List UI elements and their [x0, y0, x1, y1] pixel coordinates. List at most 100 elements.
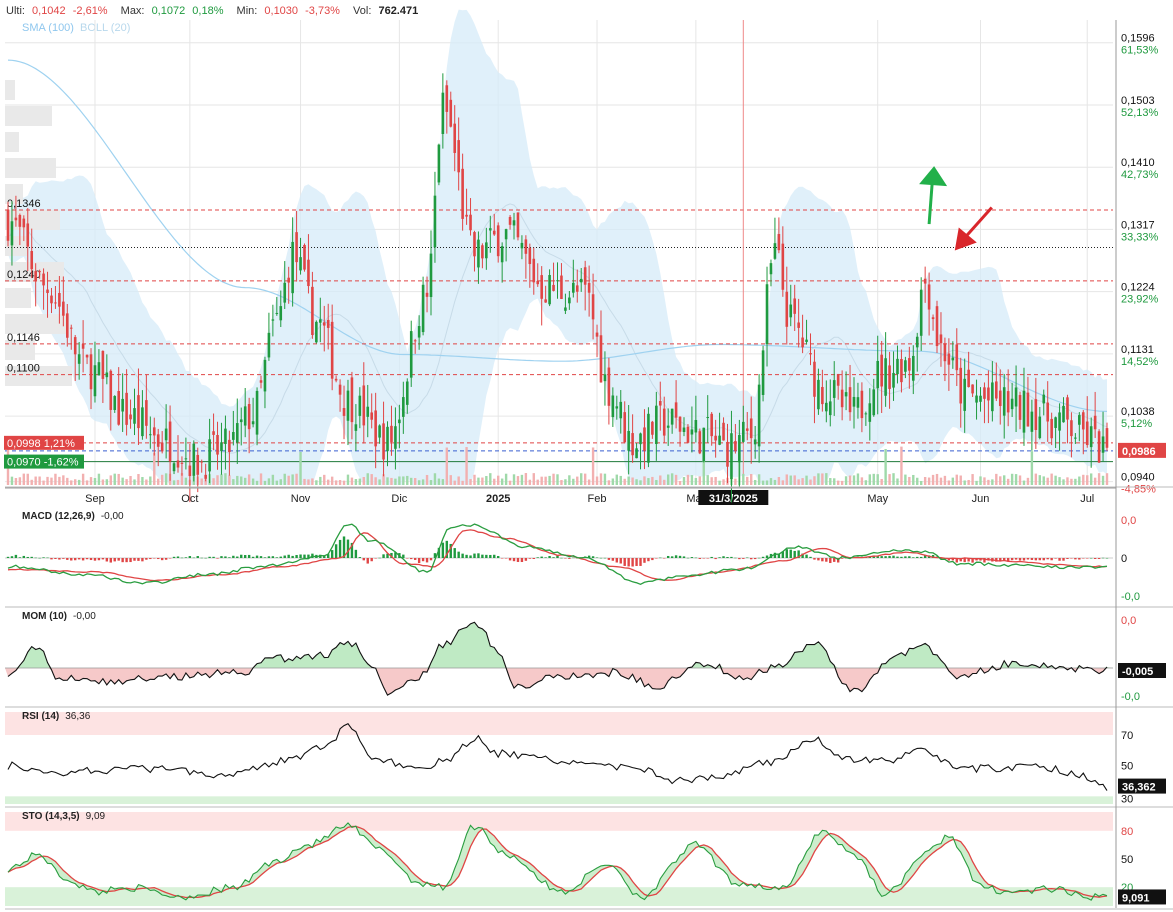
volume-bar	[38, 476, 41, 485]
macd-histogram-bar	[461, 553, 464, 558]
candle-body	[904, 360, 907, 372]
volume-bar	[370, 474, 373, 485]
volume-bar	[481, 477, 484, 485]
volume-bar	[1097, 473, 1101, 485]
macd-histogram-bar	[164, 558, 168, 560]
volume-bar	[876, 474, 879, 485]
macd-histogram-bar	[1058, 558, 1061, 561]
macd-histogram-bar	[453, 548, 456, 558]
macd-histogram-bar	[303, 554, 306, 558]
volume-bar	[951, 477, 955, 485]
volume-bar	[1082, 474, 1085, 485]
volume-bar	[287, 475, 290, 485]
candle-body	[631, 433, 634, 456]
candle-body	[975, 395, 978, 403]
macd-histogram-bar	[287, 554, 290, 558]
candle-body	[62, 301, 65, 316]
candle-body	[1018, 395, 1022, 420]
candle-body	[322, 322, 326, 326]
macd-histogram-bar	[765, 555, 769, 558]
macd-histogram-bar	[255, 555, 259, 558]
mom-title: MOM (10) -0,00	[22, 611, 96, 622]
rsi-title: RSI (14) 36,36	[22, 711, 91, 722]
mom-positive-fill	[5, 622, 1113, 668]
macd-histogram-bar	[10, 556, 14, 558]
volume-bar	[374, 477, 377, 485]
candle-body	[611, 395, 615, 418]
candle-body	[271, 319, 275, 321]
macd-histogram-bar	[1086, 558, 1089, 559]
candle-body	[243, 406, 247, 426]
y-tick-pct: 52,13%	[1121, 107, 1159, 119]
candle-body	[556, 280, 559, 282]
volume-bar	[477, 477, 480, 485]
macd-histogram-bar	[919, 556, 923, 558]
macd-histogram-bar	[22, 555, 26, 558]
macd-histogram-bar	[785, 549, 788, 558]
macd-histogram-bar	[1026, 558, 1030, 560]
candle-body	[619, 401, 623, 419]
volume-bar	[872, 473, 875, 485]
candle-body	[394, 426, 397, 449]
macd-histogram-bar	[734, 557, 737, 559]
volume-bar	[864, 480, 868, 485]
volume-bar	[955, 474, 958, 485]
volume-bar	[769, 478, 773, 485]
y-tick-price: 0,1038	[1121, 406, 1155, 418]
volume-bar	[334, 480, 338, 485]
volume-bar	[623, 478, 626, 485]
candle-body	[307, 259, 310, 287]
volume-bar	[453, 480, 456, 485]
macd-histogram-bar	[1097, 558, 1101, 559]
volume-bar	[706, 475, 709, 485]
macd-histogram-bar	[1105, 557, 1109, 559]
volume-bar	[967, 479, 970, 485]
candle-body	[326, 319, 330, 328]
candle-body	[532, 258, 536, 283]
candle-body	[1050, 418, 1053, 439]
macd-histogram-bar	[172, 556, 176, 558]
volume-bar	[587, 479, 591, 485]
candle-body	[599, 335, 603, 383]
volume-bar	[406, 475, 409, 485]
candle-body	[793, 298, 796, 314]
volume-bar	[105, 479, 109, 485]
candle-body	[836, 373, 840, 386]
macd-histogram-bar	[702, 558, 705, 559]
macd-histogram-bar	[718, 557, 721, 558]
volume-bar	[647, 478, 650, 485]
volume-bar	[425, 474, 429, 485]
volume-bar	[789, 475, 792, 485]
volume-bar	[813, 476, 816, 485]
candle-body	[627, 430, 630, 451]
volume-bar	[991, 479, 994, 485]
volume-bar	[327, 479, 330, 485]
rsi-oversold-zone	[5, 796, 1113, 804]
macd-histogram-bar	[330, 550, 334, 558]
macd-line	[7, 523, 1108, 586]
volume-bar	[1089, 473, 1093, 485]
macd-histogram-bar	[271, 556, 275, 558]
volume-bar	[825, 473, 828, 485]
candle-body	[1070, 420, 1073, 437]
macd-histogram-bar	[674, 555, 678, 558]
candle-body	[568, 297, 571, 304]
candle-body	[46, 289, 49, 294]
volume-bar	[591, 447, 595, 485]
candle-body	[809, 353, 812, 355]
candle-body	[188, 465, 192, 477]
macd-histogram-bar	[374, 558, 377, 559]
volume-bar	[176, 479, 180, 485]
mom-tick: -0,0	[1121, 691, 1140, 703]
macd-histogram-bar	[1046, 558, 1049, 560]
macd-histogram-bar	[1010, 558, 1014, 561]
candle-body	[607, 367, 611, 406]
candle-body	[520, 242, 524, 249]
volume-bar	[512, 474, 516, 485]
macd-histogram-bar	[500, 558, 504, 559]
candle-body	[868, 403, 872, 422]
macd-histogram-bar	[247, 554, 251, 558]
chart-canvas[interactable]: SepOctNovDic2025FebMarMayJunJulAgo0,1346…	[0, 0, 1173, 912]
candle-body	[765, 284, 769, 345]
candle-body	[109, 370, 113, 410]
